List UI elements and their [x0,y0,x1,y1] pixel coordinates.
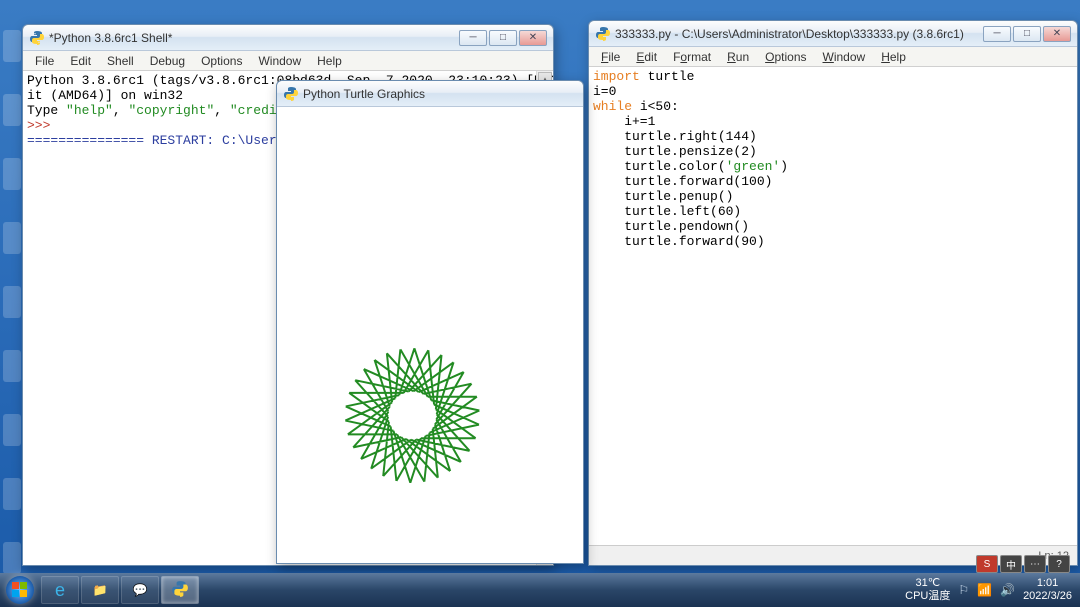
desktop-icon[interactable] [2,478,22,524]
desktop-icon[interactable] [2,414,22,460]
menu-format[interactable]: Format [665,48,719,66]
close-button[interactable]: ✕ [519,30,547,46]
turtle-graphics-window[interactable]: Python Turtle Graphics [276,80,584,564]
turtle-title: Python Turtle Graphics [303,87,577,101]
desktop-icon[interactable] [2,350,22,396]
python-icon [283,86,299,102]
ime-icon[interactable]: S [976,555,998,573]
menu-help[interactable]: Help [309,52,350,70]
taskbar-explorer[interactable]: 📁 [81,576,119,604]
tray-flag-icon[interactable]: ⚐ [958,583,969,597]
editor-menubar: File Edit Format Run Options Window Help [589,47,1077,67]
editor-titlebar[interactable]: 333333.py - C:\Users\Administrator\Deskt… [589,21,1077,47]
taskbar: e 📁 💬 31℃ CPU温度 ⚐ 📶 🔊 1:01 2022/3/26 [0,573,1080,607]
menu-options[interactable]: Options [193,52,250,70]
turtle-canvas-area [277,107,583,563]
cpu-temp[interactable]: 31℃ CPU温度 [905,577,950,603]
language-bar[interactable]: S 中 ⋯ ? [976,555,1070,573]
maximize-button[interactable]: □ [489,30,517,46]
folder-icon: 📁 [93,583,108,597]
taskbar-wechat[interactable]: 💬 [121,576,159,604]
turtle-drawing [308,122,583,563]
shell-menubar: File Edit Shell Debug Options Window Hel… [23,51,553,71]
menu-edit[interactable]: Edit [62,52,99,70]
desktop-icon[interactable] [2,286,22,332]
menu-options[interactable]: Options [757,48,814,66]
menu-help[interactable]: Help [873,48,914,66]
python-icon [171,580,189,601]
menu-debug[interactable]: Debug [142,52,193,70]
wechat-icon: 💬 [133,583,148,597]
desktop-icons [2,30,22,588]
tray-network-icon[interactable]: 📶 [977,583,992,597]
python-editor-window[interactable]: 333333.py - C:\Users\Administrator\Deskt… [588,20,1078,566]
system-tray: 31℃ CPU温度 ⚐ 📶 🔊 1:01 2022/3/26 [905,577,1080,603]
taskbar-ie[interactable]: e [41,576,79,604]
menu-run[interactable]: Run [719,48,757,66]
close-button[interactable]: ✕ [1043,26,1071,42]
turtle-titlebar[interactable]: Python Turtle Graphics [277,81,583,107]
menu-shell[interactable]: Shell [99,52,142,70]
ime-opt-icon[interactable]: ⋯ [1024,555,1046,573]
menu-file[interactable]: File [27,52,62,70]
taskbar-clock[interactable]: 1:01 2022/3/26 [1023,577,1072,603]
menu-window[interactable]: Window [250,52,309,70]
python-icon [29,30,45,46]
editor-content[interactable]: import turtle i=0 while i<50: i+=1 turtl… [589,67,1077,545]
taskbar-python[interactable] [161,576,199,604]
editor-title: 333333.py - C:\Users\Administrator\Deskt… [615,27,983,41]
python-icon [595,26,611,42]
desktop-icon[interactable] [2,30,22,76]
tray-volume-icon[interactable]: 🔊 [1000,583,1015,597]
menu-edit[interactable]: Edit [628,48,665,66]
shell-title: *Python 3.8.6rc1 Shell* [49,31,459,45]
desktop-icon[interactable] [2,222,22,268]
menu-file[interactable]: File [593,48,628,66]
maximize-button[interactable]: □ [1013,26,1041,42]
minimize-button[interactable]: ─ [459,30,487,46]
shell-titlebar[interactable]: *Python 3.8.6rc1 Shell* ─ □ ✕ [23,25,553,51]
start-button[interactable] [0,573,40,607]
menu-window[interactable]: Window [815,48,874,66]
minimize-button[interactable]: ─ [983,26,1011,42]
desktop-icon[interactable] [2,158,22,204]
ime-help-icon[interactable]: ? [1048,555,1070,573]
ime-mode-icon[interactable]: 中 [1000,555,1022,573]
ie-icon: e [55,580,65,601]
desktop-icon[interactable] [2,94,22,140]
